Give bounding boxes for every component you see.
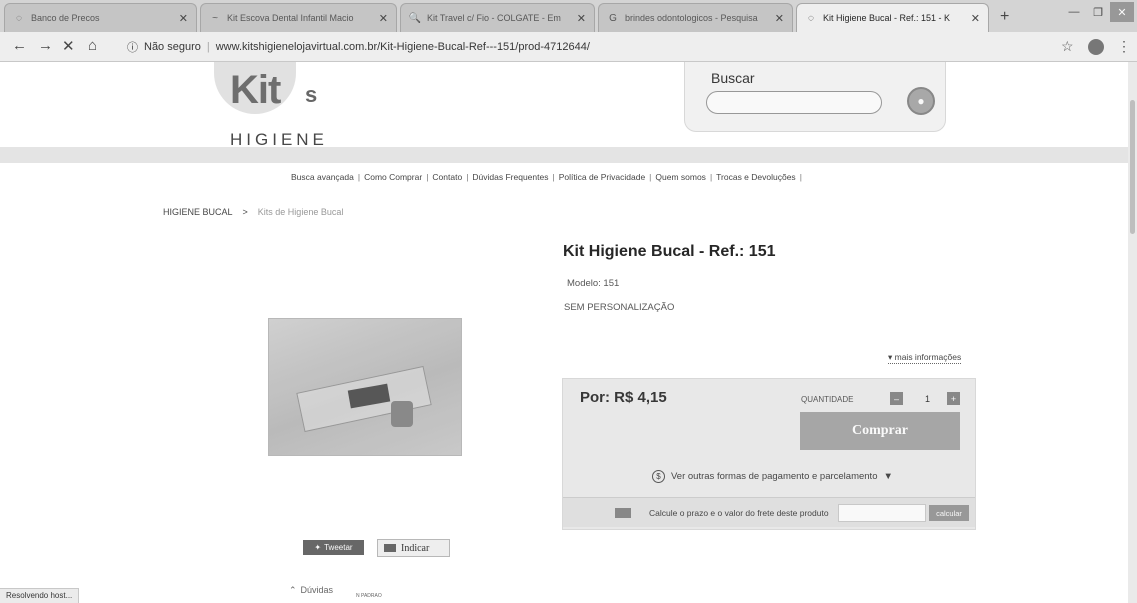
window-controls: — ❐ ✕ <box>1062 2 1134 22</box>
status-small-text: N PADRAO <box>356 593 382 599</box>
home-icon[interactable]: ⌂ <box>88 37 97 54</box>
close-tab-icon[interactable]: ✕ <box>775 12 784 25</box>
questions-label: Dúvidas <box>300 585 334 595</box>
breadcrumb-separator: > <box>242 207 248 217</box>
menu-icon[interactable]: ⋮ <box>1117 38 1131 55</box>
search-icon: 🔍 <box>408 12 422 24</box>
browser-tab-strip: ◌ Banco de Precos ✕ ~ Kit Escova Dental … <box>0 0 1137 32</box>
browser-tab-4[interactable]: G brindes odontologicos - Pesquisa ✕ <box>598 3 793 32</box>
dollar-icon: $ <box>652 470 665 483</box>
calculate-shipping-button[interactable]: calcular <box>929 505 969 521</box>
triangle-down-icon: ▼ <box>883 471 893 482</box>
nav-contato[interactable]: Contato <box>428 172 466 182</box>
search-label: Buscar <box>711 70 755 86</box>
recommend-label: Indicar <box>401 542 430 554</box>
tab-title: Banco de Precos <box>31 13 100 23</box>
chevron-icon: ⌃ <box>289 585 297 595</box>
window-close-icon[interactable]: ✕ <box>1110 2 1134 22</box>
scrollbar-thumb[interactable] <box>1130 100 1135 234</box>
payment-options-link[interactable]: $ Ver outras formas de pagamento e parce… <box>652 470 893 483</box>
back-icon[interactable]: ← <box>12 37 27 54</box>
mail-icon <box>384 544 396 552</box>
quantity-decrease-button[interactable]: – <box>890 392 903 405</box>
buy-button[interactable]: Comprar <box>800 412 960 450</box>
info-icon[interactable]: ⓘ <box>127 39 138 55</box>
more-info-link[interactable]: ▾ mais informações <box>888 352 962 364</box>
tab-title: brindes odontologicos - Pesquisa <box>625 13 758 23</box>
security-label: Não seguro <box>144 41 201 53</box>
twitter-bird-icon: ✦ <box>314 543 322 552</box>
tweet-label: Tweetar <box>324 543 353 552</box>
breadcrumb-current[interactable]: Kits de Higiene Bucal <box>258 207 344 217</box>
shipping-text: Calcule o prazo e o valor do frete deste… <box>649 508 829 518</box>
nav-busca-avancada[interactable]: Busca avançada <box>287 172 358 182</box>
nav-trocas-devolucoes[interactable]: Trocas e Devoluções <box>712 172 800 182</box>
breadcrumb: HIGIENE BUCAL > Kits de Higiene Bucal <box>163 207 343 217</box>
google-icon: G <box>609 12 617 24</box>
separator: | <box>206 41 210 53</box>
truck-icon <box>615 508 631 518</box>
browser-tab-3[interactable]: 🔍 Kit Travel c/ Fio - COLGATE - Em ✕ <box>400 3 595 32</box>
bookmark-star-icon[interactable]: ☆ <box>1061 38 1074 55</box>
nav-politica-privacidade[interactable]: Política de Privacidade <box>555 172 649 182</box>
browser-toolbar: ← → ✕ ⌂ ⓘ Não seguro | www.kitshigienelo… <box>0 32 1137 62</box>
url-text[interactable]: www.kitshigienelojavirtual.com.br/Kit-Hi… <box>216 41 590 53</box>
browser-tab-1[interactable]: ◌ Banco de Precos ✕ <box>4 3 197 32</box>
breadcrumb-parent[interactable]: HIGIENE BUCAL <box>163 207 233 217</box>
page-icon: ~ <box>212 12 218 24</box>
search-icon: ● <box>917 94 925 108</box>
nav-quem-somos[interactable]: Quem somos <box>651 172 710 182</box>
zipcode-input[interactable] <box>838 504 926 522</box>
quantity-label: QUANTIDADE <box>801 395 854 404</box>
header-band <box>0 147 1137 163</box>
product-image[interactable] <box>268 318 462 456</box>
quantity-increase-button[interactable]: + <box>947 392 960 405</box>
product-model: Modelo: 151 <box>567 278 620 289</box>
nav-como-comprar[interactable]: Como Comprar <box>360 172 426 182</box>
browser-tab-2[interactable]: ~ Kit Escova Dental Infantil Macio ✕ <box>200 3 397 32</box>
recommend-button[interactable]: Indicar <box>377 539 450 557</box>
close-tab-icon[interactable]: ✕ <box>379 12 388 25</box>
browser-tab-5[interactable]: ◌ Kit Higiene Bucal - Ref.: 151 - K ✕ <box>796 3 989 32</box>
floss-shape <box>391 401 413 427</box>
page-icon: ◌ <box>16 12 22 24</box>
status-bar: Resolvendo host... <box>0 588 80 603</box>
restore-icon[interactable]: ❐ <box>1086 2 1110 22</box>
tab-title: Kit Travel c/ Fio - COLGATE - Em <box>427 13 561 23</box>
loading-icon: ◌ <box>808 12 814 24</box>
forward-icon[interactable]: → <box>38 37 53 54</box>
product-price: Por: R$ 4,15 <box>580 389 667 406</box>
top-navigation: Busca avançada | Como Comprar | Contato | D… <box>287 172 802 182</box>
close-tab-icon[interactable]: ✕ <box>577 12 586 25</box>
search-button[interactable]: ● <box>907 87 935 115</box>
logo-text[interactable]: Kit <box>230 68 281 113</box>
nav-duvidas-frequentes[interactable]: Dúvidas Frequentes <box>468 172 552 182</box>
product-title: Kit Higiene Bucal - Ref.: 151 <box>563 243 776 260</box>
quantity-value[interactable]: 1 <box>925 394 930 404</box>
address-bar[interactable]: ⓘ Não seguro | www.kitshigienelojavirtua… <box>127 36 1047 58</box>
payment-options-text: Ver outras formas de pagamento e parcela… <box>671 471 878 482</box>
close-tab-icon[interactable]: ✕ <box>971 12 980 25</box>
search-input[interactable] <box>706 91 882 114</box>
stop-icon[interactable]: ✕ <box>62 37 75 55</box>
new-tab-icon[interactable]: + <box>1000 8 1009 26</box>
logo-suffix[interactable]: s <box>305 82 317 108</box>
questions-section[interactable]: ⌃ Dúvidas <box>289 585 333 596</box>
close-tab-icon[interactable]: ✕ <box>179 12 188 25</box>
product-personalization: SEM PERSONALIZAÇÃO <box>564 302 675 313</box>
tweet-button[interactable]: ✦ Tweetar <box>303 540 364 555</box>
tab-title: Kit Escova Dental Infantil Macio <box>227 13 354 23</box>
tab-title: Kit Higiene Bucal - Ref.: 151 - K <box>823 13 951 23</box>
profile-avatar[interactable] <box>1088 39 1104 58</box>
minimize-icon[interactable]: — <box>1062 2 1086 22</box>
